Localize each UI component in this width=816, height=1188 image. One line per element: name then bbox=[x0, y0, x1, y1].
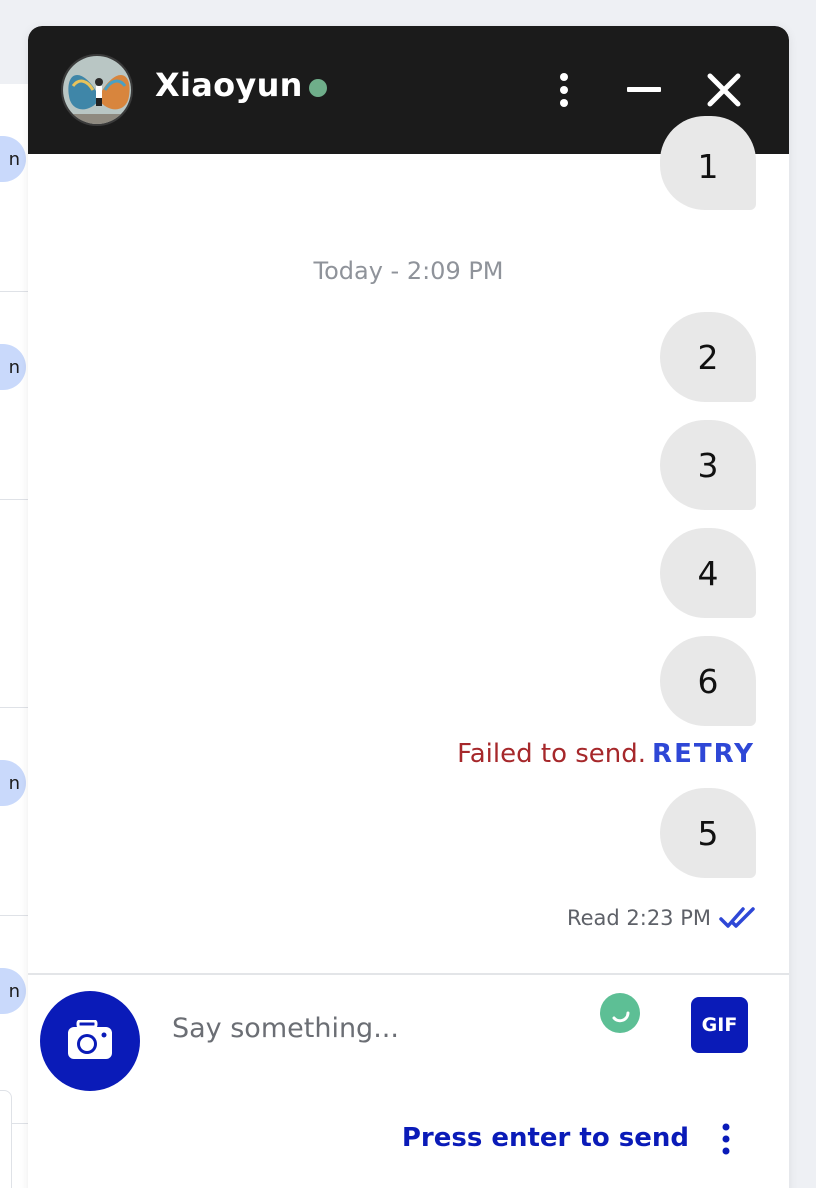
message-bubble: 5 bbox=[660, 788, 756, 878]
close-button[interactable] bbox=[704, 70, 744, 110]
unread-badge: n bbox=[0, 136, 26, 182]
close-icon bbox=[707, 73, 741, 107]
minimize-button[interactable] bbox=[624, 70, 664, 110]
message-bubble: 2 bbox=[660, 312, 756, 402]
date-separator: Today - 2:09 PM bbox=[313, 257, 504, 285]
message-bubble: 3 bbox=[660, 420, 756, 510]
send-options-button[interactable] bbox=[712, 1121, 740, 1157]
retry-button[interactable]: RETRY bbox=[652, 739, 755, 769]
more-options-icon bbox=[560, 73, 568, 107]
message-bubble: 4 bbox=[660, 528, 756, 618]
avatar[interactable] bbox=[61, 54, 133, 126]
message-input[interactable] bbox=[172, 1005, 572, 1051]
unread-badge: n bbox=[0, 968, 26, 1014]
contact-name[interactable]: Xiaoyun bbox=[155, 66, 303, 104]
read-receipt-text: Read 2:23 PM bbox=[566, 906, 711, 930]
message-list: 1 Today - 2:09 PM 2 3 4 6 Failed to send… bbox=[28, 116, 789, 974]
camera-button[interactable] bbox=[40, 991, 140, 1091]
background-card bbox=[0, 1090, 12, 1188]
minimize-icon bbox=[627, 87, 661, 92]
read-receipt: Read 2:23 PM bbox=[567, 906, 757, 930]
unread-badge: n bbox=[0, 344, 26, 390]
avatar-image bbox=[63, 56, 131, 124]
chat-window: Xiaoyun 1 Today - 2:09 PM 2 3 4 6 Failed… bbox=[28, 26, 789, 1188]
more-options-button[interactable] bbox=[544, 70, 584, 110]
message-bubble-failed: 6 bbox=[660, 636, 756, 726]
unread-badge: n bbox=[0, 760, 26, 806]
message-composer: GIF Press enter to send bbox=[28, 973, 789, 1188]
more-options-icon bbox=[722, 1123, 730, 1155]
press-enter-to-send-toggle[interactable]: Press enter to send bbox=[402, 1123, 689, 1153]
message-bubble: 1 bbox=[660, 116, 756, 210]
gif-button[interactable]: GIF bbox=[691, 997, 748, 1053]
online-status-indicator bbox=[309, 79, 327, 97]
send-failed-notice: Failed to send. RETRY bbox=[457, 739, 755, 769]
camera-icon bbox=[68, 1020, 112, 1059]
loading-spinner-icon bbox=[600, 993, 640, 1033]
failed-to-send-text: Failed to send. bbox=[457, 739, 647, 769]
double-check-icon bbox=[719, 907, 755, 928]
